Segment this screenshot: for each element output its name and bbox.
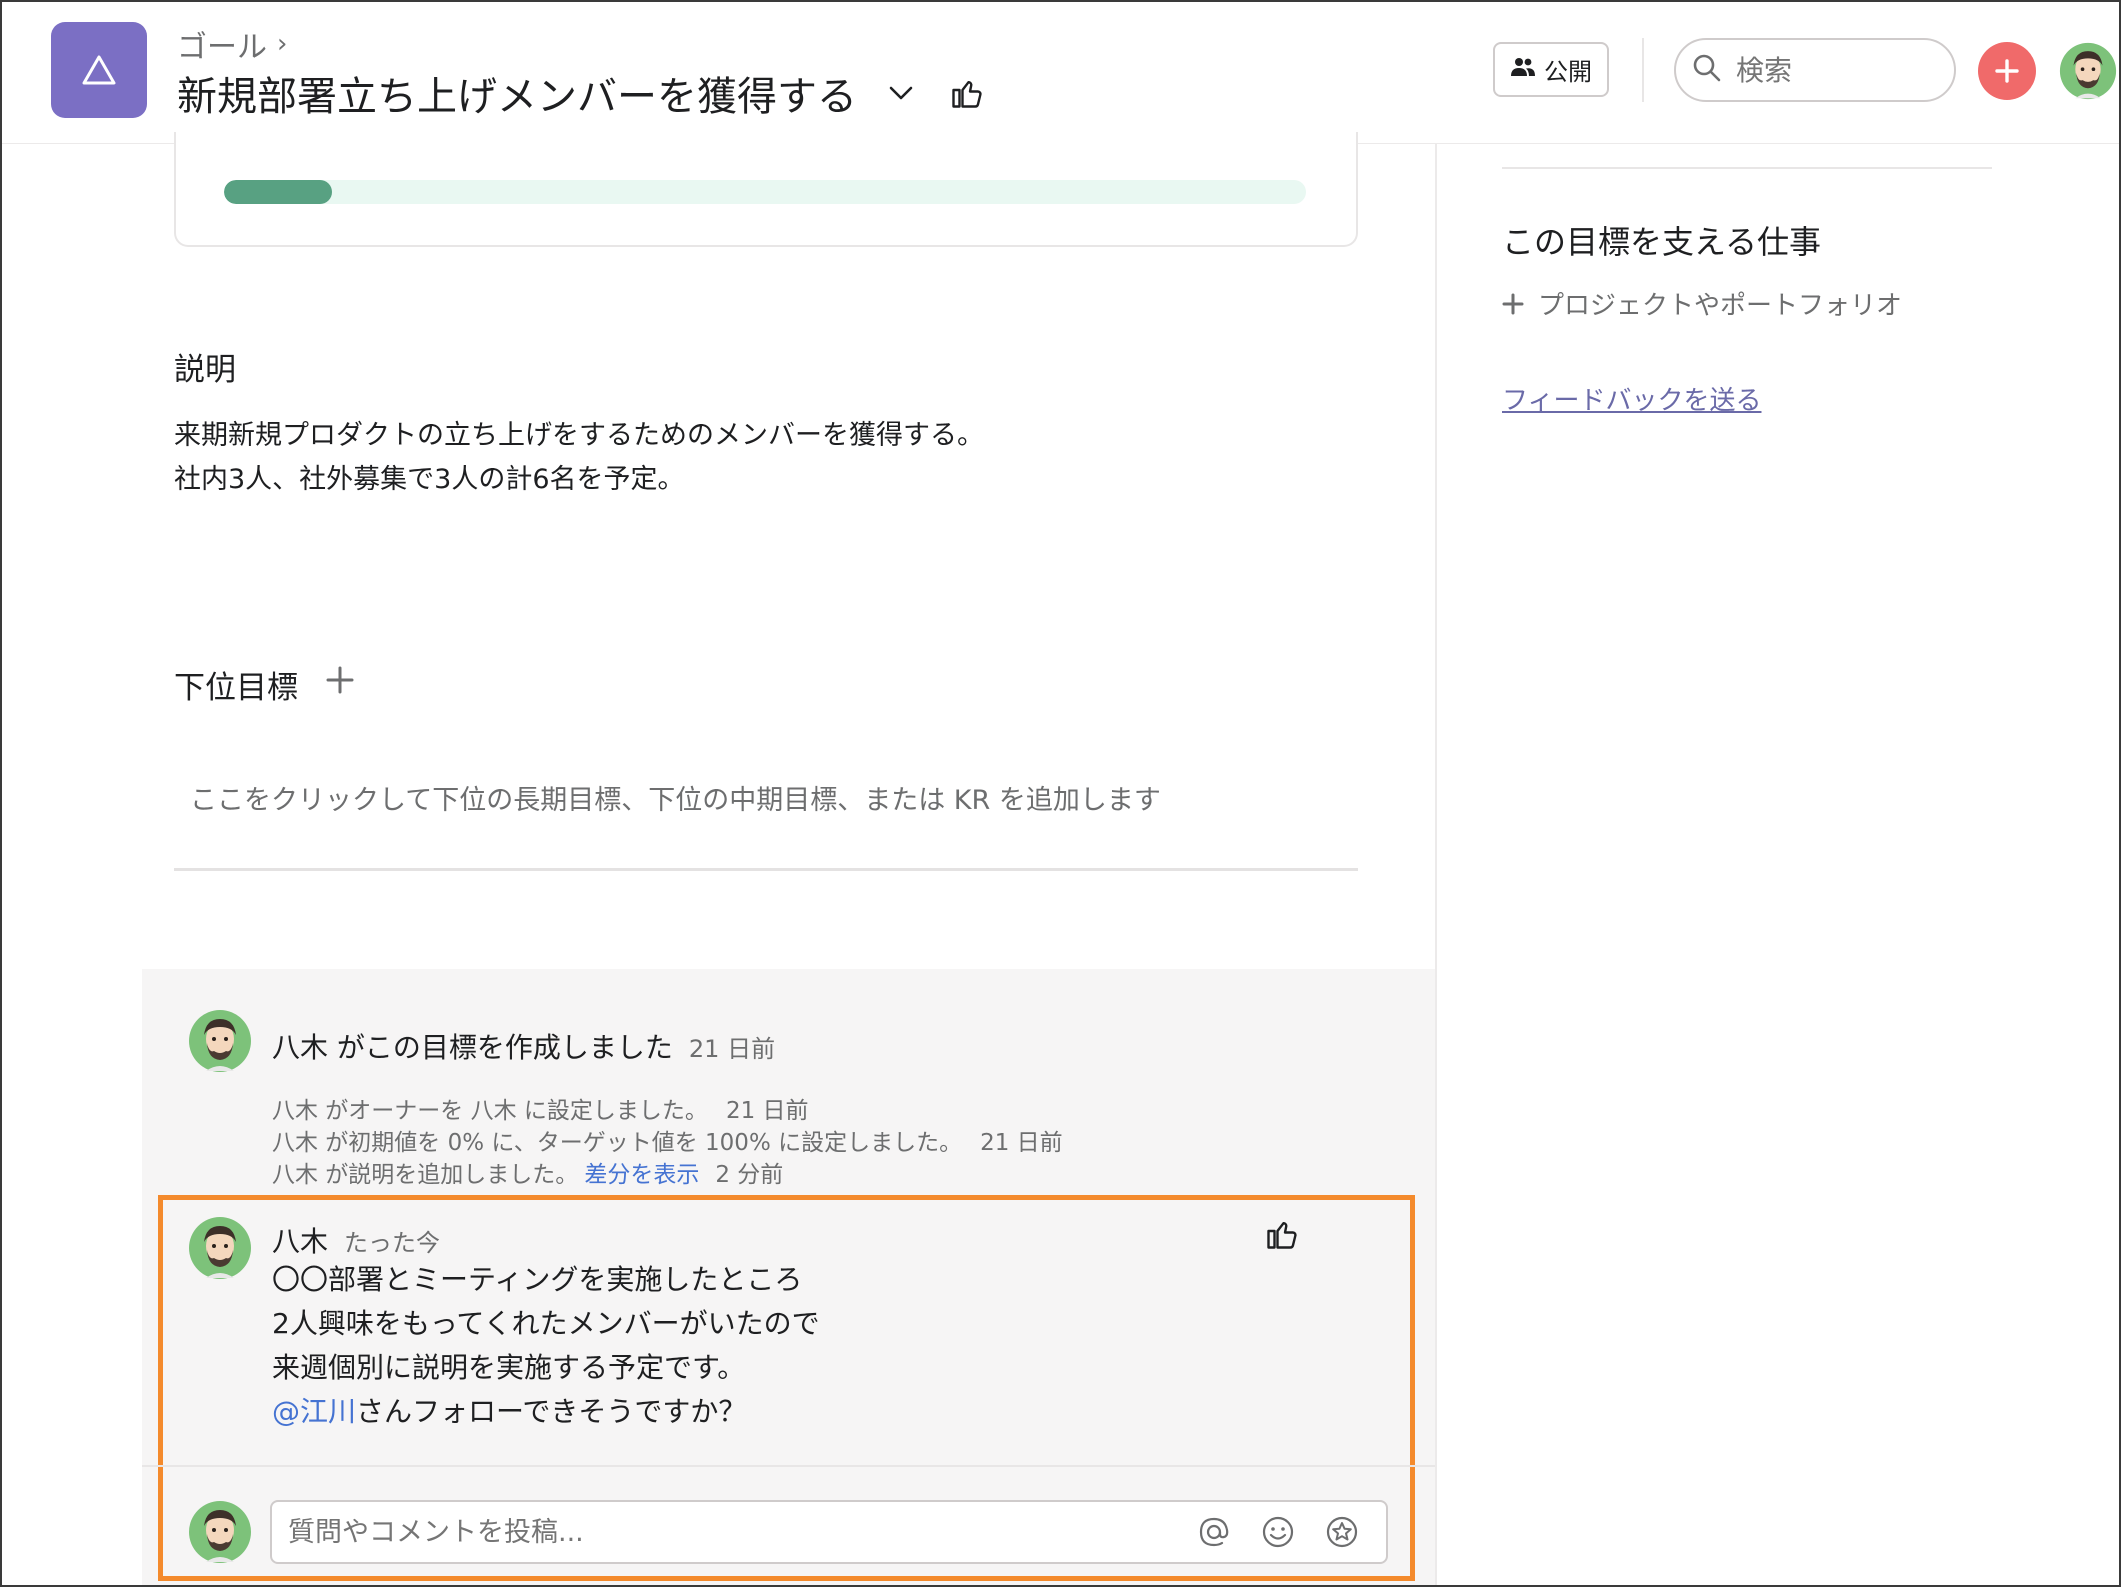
created-story-text: 八木 がこの目標を作成しました [272, 1031, 673, 1064]
comment-body: 〇〇部署とミーティングを実施したところ 2人興味をもってくれたメンバーがいたので… [272, 1258, 820, 1434]
avatar[interactable] [2059, 42, 2117, 100]
comment-header: 八木 たった今 [272, 1220, 440, 1260]
public-button[interactable]: 公開 [1493, 42, 1609, 97]
goal-triangle-icon [51, 22, 147, 118]
comment-line: 〇〇部署とミーティングを実施したところ [272, 1263, 803, 1296]
comment-composer[interactable] [270, 1500, 1388, 1564]
goal-header: ゴール › 新規部署立ち上げメンバーを獲得する 公開 [2, 2, 2119, 144]
thumbs-up-icon[interactable] [945, 71, 989, 115]
description-line: 来期新規プロダクトの立ち上げをするためのメンバーを獲得する。 [174, 420, 984, 451]
breadcrumb[interactable]: ゴール › [177, 22, 287, 66]
mini-story-text: 八木 が説明を追加しました。 [272, 1162, 579, 1188]
plus-icon [1995, 59, 2019, 83]
public-button-label: 公開 [1544, 58, 1592, 86]
comment-time[interactable]: たった今 [344, 1223, 440, 1258]
add-project-portfolio-label: プロジェクトやポートフォリオ [1538, 291, 1903, 321]
mini-story: 八木 がオーナーを 八木 に設定しました。 21 日前 [272, 1091, 809, 1125]
at-mention-icon[interactable] [1194, 1512, 1234, 1552]
mini-story-time[interactable]: 21 日前 [726, 1098, 809, 1124]
page-title[interactable]: 新規部署立ち上げメンバーを獲得する [177, 64, 857, 122]
supporting-work-heading: この目標を支える仕事 [1502, 223, 1822, 261]
chevron-down-icon[interactable] [879, 71, 923, 115]
subgoals-heading: 下位目標 [174, 670, 298, 706]
progress-card [174, 132, 1358, 247]
header-divider [1642, 38, 1644, 102]
mini-story-time[interactable]: 21 日前 [980, 1130, 1063, 1156]
description-heading: 説明 [174, 352, 236, 388]
comment-input[interactable] [288, 1516, 1194, 1548]
mini-story-text: 八木 が初期値を 0% に、ターゲット値を 100% に設定しました。 [272, 1130, 963, 1156]
comment-line: 2人興味をもってくれたメンバーがいたので [272, 1307, 820, 1340]
right-panel-divider [1435, 144, 1437, 1585]
mention-link[interactable]: @江川 [272, 1395, 356, 1428]
add-button[interactable] [1978, 42, 2036, 100]
mini-story: 八木 が説明を追加しました。 差分を表示 2 分前 [272, 1155, 783, 1189]
description-line: 社内3人、社外募集で3人の計6名を予定。 [174, 464, 685, 495]
comment-line: @江川さんフォローできそうですか？ [272, 1390, 820, 1434]
right-panel-rule [1502, 167, 1992, 169]
plus-icon [1502, 293, 1524, 314]
mini-story-text: 八木 がオーナーを 八木 に設定しました。 [272, 1098, 708, 1124]
search-input[interactable] [1736, 53, 1936, 87]
show-diff-link[interactable]: 差分を表示 [584, 1162, 699, 1188]
composer-separator [142, 1465, 1435, 1467]
feedback-link[interactable]: フィードバックを送る [1502, 380, 1761, 417]
created-story: 八木 がこの目標を作成しました 21 日前 [272, 1026, 775, 1066]
subgoal-placeholder[interactable]: ここをクリックして下位の長期目標、下位の中期目標、または KR を追加します [190, 778, 1161, 817]
thumbs-up-icon[interactable] [1264, 1216, 1300, 1252]
comment-line-rest: さんフォローできそうですか？ [356, 1395, 747, 1428]
comment-author[interactable]: 八木 [272, 1220, 328, 1260]
mini-story: 八木 が初期値を 0% に、ターゲット値を 100% に設定しました。 21 日前 [272, 1123, 1063, 1157]
avatar[interactable] [188, 1009, 252, 1073]
chevron-right-icon: › [277, 29, 288, 59]
title-row: 新規部署立ち上げメンバーを獲得する [177, 64, 989, 122]
people-icon [1510, 56, 1536, 84]
description-body[interactable]: 来期新規プロダクトの立ち上げをするためのメンバーを獲得する。 社内3人、社外募集… [174, 414, 984, 502]
search-box[interactable] [1674, 38, 1956, 102]
avatar[interactable] [188, 1216, 252, 1280]
avatar [188, 1500, 252, 1564]
subgoal-divider [174, 868, 1358, 871]
progress-fill [224, 180, 333, 204]
comment-line: 来週個別に説明を実施する予定です。 [272, 1351, 746, 1384]
star-icon[interactable] [1322, 1512, 1362, 1552]
mini-story-time[interactable]: 2 分前 [715, 1162, 783, 1188]
progress-bar [224, 180, 1306, 204]
emoji-icon[interactable] [1258, 1512, 1298, 1552]
breadcrumb-goals[interactable]: ゴール [177, 22, 267, 66]
search-icon [1692, 53, 1722, 87]
add-subgoal-plus-icon[interactable] [324, 664, 356, 696]
app-frame: ゴール › 新規部署立ち上げメンバーを獲得する 公開 検索 説明 来期新規プロダ… [0, 0, 2121, 1587]
add-project-portfolio[interactable]: プロジェクトやポートフォリオ [1502, 285, 1902, 322]
created-story-time[interactable]: 21 日前 [689, 1029, 775, 1064]
